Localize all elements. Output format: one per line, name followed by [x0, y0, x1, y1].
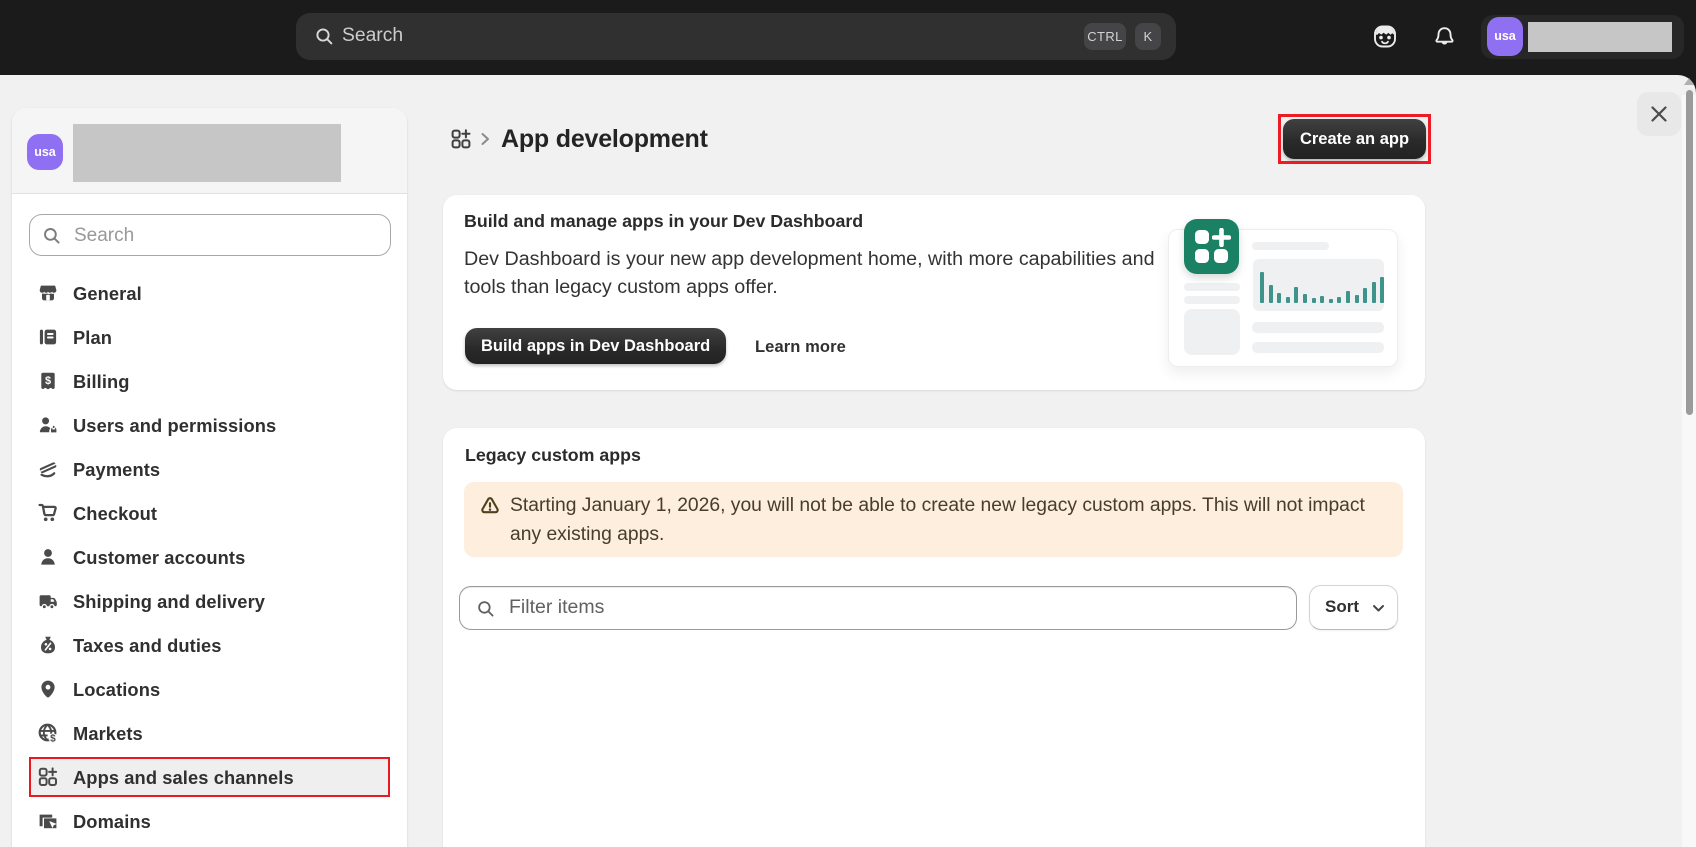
svg-text:$: $: [50, 733, 56, 743]
svg-text:$: $: [45, 375, 51, 387]
